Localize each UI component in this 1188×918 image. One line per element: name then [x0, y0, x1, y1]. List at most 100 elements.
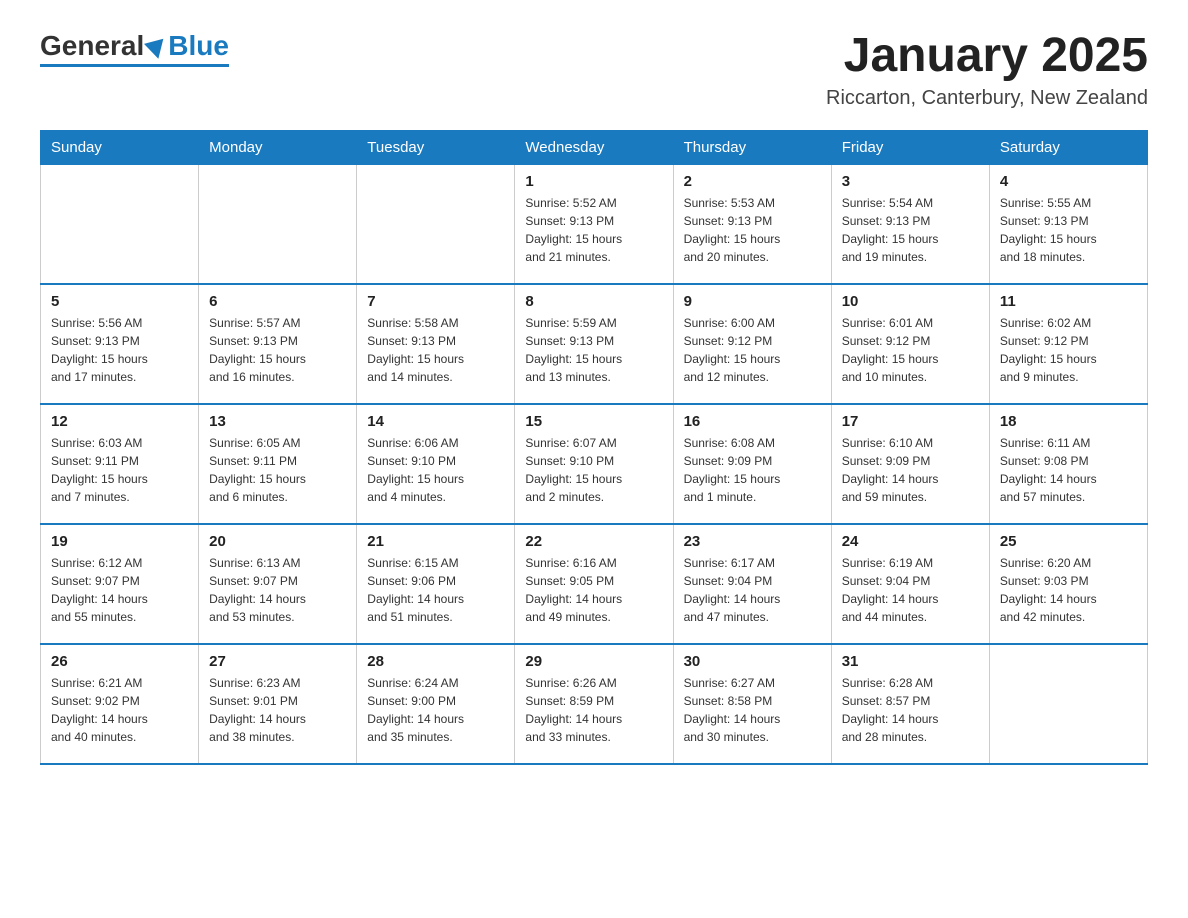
calendar-cell: 15Sunrise: 6:07 AM Sunset: 9:10 PM Dayli…: [515, 404, 673, 524]
calendar-cell: 21Sunrise: 6:15 AM Sunset: 9:06 PM Dayli…: [357, 524, 515, 644]
logo-general-text: General: [40, 30, 144, 62]
calendar-cell: 8 Sunrise: 5:59 AM Sunset: 9:13 PM Daylig…: [515, 284, 673, 404]
calendar-cell: 31 Sunrise: 6:28 AM Sunset: 8:57 PM Dayli…: [831, 644, 989, 764]
calendar-cell: 11Sunrise: 6:02 AM Sunset: 9:12 PM Dayli…: [989, 284, 1147, 404]
day-number: 6: [209, 293, 346, 310]
day-number: 4: [1000, 173, 1137, 190]
sun-info: Sunrise: 6:28 AM Sunset: 8:57 PM Dayligh…: [842, 674, 979, 746]
sun-info: Sunrise: 6:05 AM Sunset: 9:11 PM Dayligh…: [209, 434, 346, 506]
day-number: 3: [842, 173, 979, 190]
day-number: 12: [51, 413, 188, 430]
calendar-cell: [357, 164, 515, 284]
sun-info: Sunrise: 5:56 AM Sunset: 9:13 PM Dayligh…: [51, 314, 188, 386]
calendar-week-row: 12 Sunrise: 6:03 AM Sunset: 9:11 PM Dayli…: [41, 404, 1148, 524]
day-number: 30: [684, 653, 821, 670]
sun-info: Sunrise: 5:59 AM Sunset: 9:13 PM Dayligh…: [525, 314, 662, 386]
day-number: 26: [51, 653, 188, 670]
calendar-cell: 2 Sunrise: 5:53 AM Sunset: 9:13 PM Daylig…: [673, 164, 831, 284]
day-number: 17: [842, 413, 979, 430]
day-number: 9: [684, 293, 821, 310]
calendar-cell: [199, 164, 357, 284]
day-number: 20: [209, 533, 346, 550]
day-number: 28: [367, 653, 504, 670]
day-number: 14: [367, 413, 504, 430]
calendar-cell: 3 Sunrise: 5:54 AM Sunset: 9:13 PM Daylig…: [831, 164, 989, 284]
calendar-cell: 23Sunrise: 6:17 AM Sunset: 9:04 PM Dayli…: [673, 524, 831, 644]
month-title: January 2025: [826, 30, 1148, 83]
calendar-cell: 22Sunrise: 6:16 AM Sunset: 9:05 PM Dayli…: [515, 524, 673, 644]
logo: General Blue: [40, 30, 229, 67]
calendar-cell: 9 Sunrise: 6:00 AM Sunset: 9:12 PM Daylig…: [673, 284, 831, 404]
calendar-cell: 24 Sunrise: 6:19 AM Sunset: 9:04 PM Dayli…: [831, 524, 989, 644]
sun-info: Sunrise: 6:21 AM Sunset: 9:02 PM Dayligh…: [51, 674, 188, 746]
sun-info: Sunrise: 6:00 AM Sunset: 9:12 PM Dayligh…: [684, 314, 821, 386]
calendar-week-row: 26 Sunrise: 6:21 AM Sunset: 9:02 PM Dayli…: [41, 644, 1148, 764]
day-number: 10: [842, 293, 979, 310]
calendar-cell: 12 Sunrise: 6:03 AM Sunset: 9:11 PM Dayli…: [41, 404, 199, 524]
sun-info: Sunrise: 6:03 AM Sunset: 9:11 PM Dayligh…: [51, 434, 188, 506]
sun-info: Sunrise: 5:53 AM Sunset: 9:13 PM Dayligh…: [684, 194, 821, 266]
day-number: 27: [209, 653, 346, 670]
day-number: 1: [525, 173, 662, 190]
calendar-cell: 30 Sunrise: 6:27 AM Sunset: 8:58 PM Dayli…: [673, 644, 831, 764]
calendar-cell: 28 Sunrise: 6:24 AM Sunset: 9:00 PM Dayli…: [357, 644, 515, 764]
calendar-cell: 1 Sunrise: 5:52 AM Sunset: 9:13 PM Daylig…: [515, 164, 673, 284]
sun-info: Sunrise: 6:16 AM Sunset: 9:05 PM Dayligh…: [525, 554, 662, 626]
calendar-cell: 20 Sunrise: 6:13 AM Sunset: 9:07 PM Dayli…: [199, 524, 357, 644]
sun-info: Sunrise: 5:54 AM Sunset: 9:13 PM Dayligh…: [842, 194, 979, 266]
day-number: 8: [525, 293, 662, 310]
sun-info: Sunrise: 6:23 AM Sunset: 9:01 PM Dayligh…: [209, 674, 346, 746]
sun-info: Sunrise: 6:20 AM Sunset: 9:03 PM Dayligh…: [1000, 554, 1137, 626]
calendar-cell: [989, 644, 1147, 764]
calendar-cell: 14 Sunrise: 6:06 AM Sunset: 9:10 PM Dayli…: [357, 404, 515, 524]
calendar-cell: 7 Sunrise: 5:58 AM Sunset: 9:13 PM Daylig…: [357, 284, 515, 404]
sun-info: Sunrise: 6:01 AM Sunset: 9:12 PM Dayligh…: [842, 314, 979, 386]
sun-info: Sunrise: 6:06 AM Sunset: 9:10 PM Dayligh…: [367, 434, 504, 506]
calendar-day-header: Wednesday: [515, 130, 673, 164]
sun-info: Sunrise: 5:55 AM Sunset: 9:13 PM Dayligh…: [1000, 194, 1137, 266]
sun-info: Sunrise: 6:10 AM Sunset: 9:09 PM Dayligh…: [842, 434, 979, 506]
sun-info: Sunrise: 5:58 AM Sunset: 9:13 PM Dayligh…: [367, 314, 504, 386]
sun-info: Sunrise: 6:24 AM Sunset: 9:00 PM Dayligh…: [367, 674, 504, 746]
calendar-cell: 26 Sunrise: 6:21 AM Sunset: 9:02 PM Dayli…: [41, 644, 199, 764]
day-number: 24: [842, 533, 979, 550]
day-number: 13: [209, 413, 346, 430]
calendar-day-header: Sunday: [41, 130, 199, 164]
sun-info: Sunrise: 6:27 AM Sunset: 8:58 PM Dayligh…: [684, 674, 821, 746]
sun-info: Sunrise: 6:08 AM Sunset: 9:09 PM Dayligh…: [684, 434, 821, 506]
calendar-week-row: 5Sunrise: 5:56 AM Sunset: 9:13 PM Daylig…: [41, 284, 1148, 404]
sun-info: Sunrise: 6:19 AM Sunset: 9:04 PM Dayligh…: [842, 554, 979, 626]
day-number: 7: [367, 293, 504, 310]
day-number: 31: [842, 653, 979, 670]
calendar-cell: 5Sunrise: 5:56 AM Sunset: 9:13 PM Daylig…: [41, 284, 199, 404]
day-number: 25: [1000, 533, 1137, 550]
sun-info: Sunrise: 6:13 AM Sunset: 9:07 PM Dayligh…: [209, 554, 346, 626]
calendar-table: SundayMondayTuesdayWednesdayThursdayFrid…: [40, 130, 1148, 766]
calendar-cell: 16Sunrise: 6:08 AM Sunset: 9:09 PM Dayli…: [673, 404, 831, 524]
calendar-cell: [41, 164, 199, 284]
calendar-cell: 19Sunrise: 6:12 AM Sunset: 9:07 PM Dayli…: [41, 524, 199, 644]
sun-info: Sunrise: 6:26 AM Sunset: 8:59 PM Dayligh…: [525, 674, 662, 746]
calendar-cell: 10 Sunrise: 6:01 AM Sunset: 9:12 PM Dayli…: [831, 284, 989, 404]
calendar-cell: 29 Sunrise: 6:26 AM Sunset: 8:59 PM Dayli…: [515, 644, 673, 764]
calendar-day-header: Thursday: [673, 130, 831, 164]
calendar-day-header: Saturday: [989, 130, 1147, 164]
day-number: 2: [684, 173, 821, 190]
calendar-cell: 13 Sunrise: 6:05 AM Sunset: 9:11 PM Dayli…: [199, 404, 357, 524]
calendar-cell: 6 Sunrise: 5:57 AM Sunset: 9:13 PM Daylig…: [199, 284, 357, 404]
calendar-cell: 4 Sunrise: 5:55 AM Sunset: 9:13 PM Daylig…: [989, 164, 1147, 284]
page-header: General Blue January 2025 Riccarton, Can…: [40, 30, 1148, 110]
logo-blue-text: Blue: [168, 30, 229, 62]
sun-info: Sunrise: 5:52 AM Sunset: 9:13 PM Dayligh…: [525, 194, 662, 266]
sun-info: Sunrise: 5:57 AM Sunset: 9:13 PM Dayligh…: [209, 314, 346, 386]
day-number: 29: [525, 653, 662, 670]
sun-info: Sunrise: 6:02 AM Sunset: 9:12 PM Dayligh…: [1000, 314, 1137, 386]
sun-info: Sunrise: 6:17 AM Sunset: 9:04 PM Dayligh…: [684, 554, 821, 626]
day-number: 21: [367, 533, 504, 550]
sun-info: Sunrise: 6:11 AM Sunset: 9:08 PM Dayligh…: [1000, 434, 1137, 506]
calendar-cell: 27 Sunrise: 6:23 AM Sunset: 9:01 PM Dayli…: [199, 644, 357, 764]
logo-underline: [40, 64, 229, 67]
day-number: 15: [525, 413, 662, 430]
calendar-day-header: Friday: [831, 130, 989, 164]
calendar-cell: 17 Sunrise: 6:10 AM Sunset: 9:09 PM Dayli…: [831, 404, 989, 524]
